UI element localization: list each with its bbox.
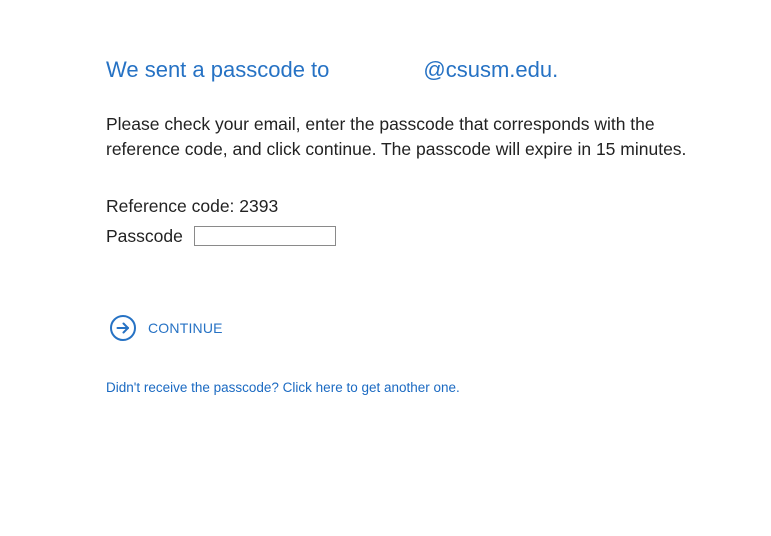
arrow-right-circle-icon [110,315,136,341]
reference-code: Reference code: 2393 [106,196,279,216]
instructions-text: Please check your email, enter the passc… [106,114,687,159]
continue-label: CONTINUE [148,320,223,336]
passcode-input[interactable] [193,226,336,246]
sent-prefix: We sent a passcode to [106,57,330,82]
email-domain: @csusm.edu. [423,57,559,82]
resend-passcode-link[interactable]: Didn't receive the passcode? Click here … [106,380,460,395]
continue-button[interactable]: CONTINUE [109,314,223,342]
page-title: We sent a passcode to @csusm.edu. [106,56,558,84]
passcode-page: We sent a passcode to @csusm.edu. Please … [0,0,771,536]
passcode-label: Passcode [106,226,183,246]
passcode-row: Passcode [106,224,336,248]
